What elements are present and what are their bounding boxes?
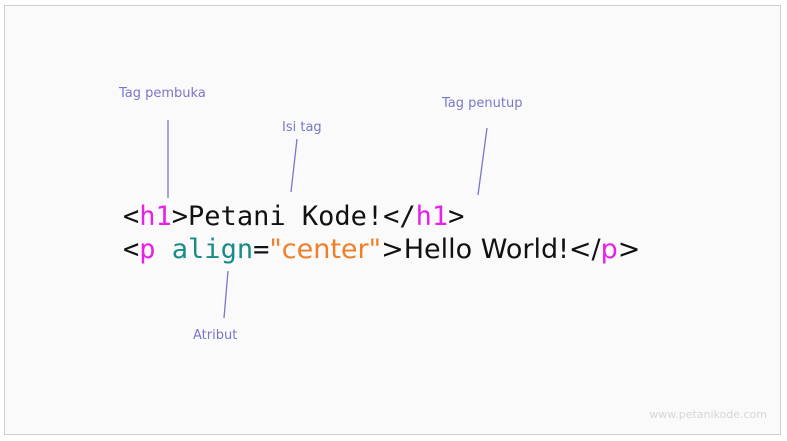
h1-open-bracket: < <box>123 201 140 232</box>
closing-tag-pointer <box>477 127 488 196</box>
tag-content-annotation: Isi tag <box>282 120 322 135</box>
p-close-bracket: </ <box>568 234 601 265</box>
watermark: www.petanikode.com <box>649 408 767 421</box>
h1-close-bracket: </ <box>383 201 416 232</box>
h1-open-tag: h1 <box>139 201 172 232</box>
p-open-tag: p <box>139 234 156 265</box>
p-open-bracket: < <box>123 234 140 265</box>
closing-tag-annotation: Tag penutup <box>442 96 523 111</box>
p-attribute-value: "center" <box>269 234 382 265</box>
h1-close-bracket-end: > <box>448 201 465 232</box>
h1-content: Petani Kode! <box>188 201 384 232</box>
code-line-h1: <h1>Petani Kode!</h1> <box>123 203 464 230</box>
p-content: Hello World! <box>403 234 569 265</box>
attribute-annotation: Atribut <box>193 328 238 343</box>
p-space <box>156 234 172 265</box>
p-close-bracket-end: > <box>617 234 641 265</box>
h1-close-tag: h1 <box>415 201 449 232</box>
attribute-pointer <box>223 270 229 319</box>
p-close-tag: p <box>600 234 618 265</box>
p-attribute-name: align <box>171 234 254 265</box>
h1-open-bracket-close: > <box>171 201 189 232</box>
code-line-p: <p align="center">Hello World!</p> <box>123 236 640 263</box>
tag-content-pointer <box>290 138 298 193</box>
p-equals: = <box>253 234 270 265</box>
p-open-bracket-close: > <box>381 234 404 265</box>
opening-tag-annotation: Tag pembuka <box>119 86 206 101</box>
